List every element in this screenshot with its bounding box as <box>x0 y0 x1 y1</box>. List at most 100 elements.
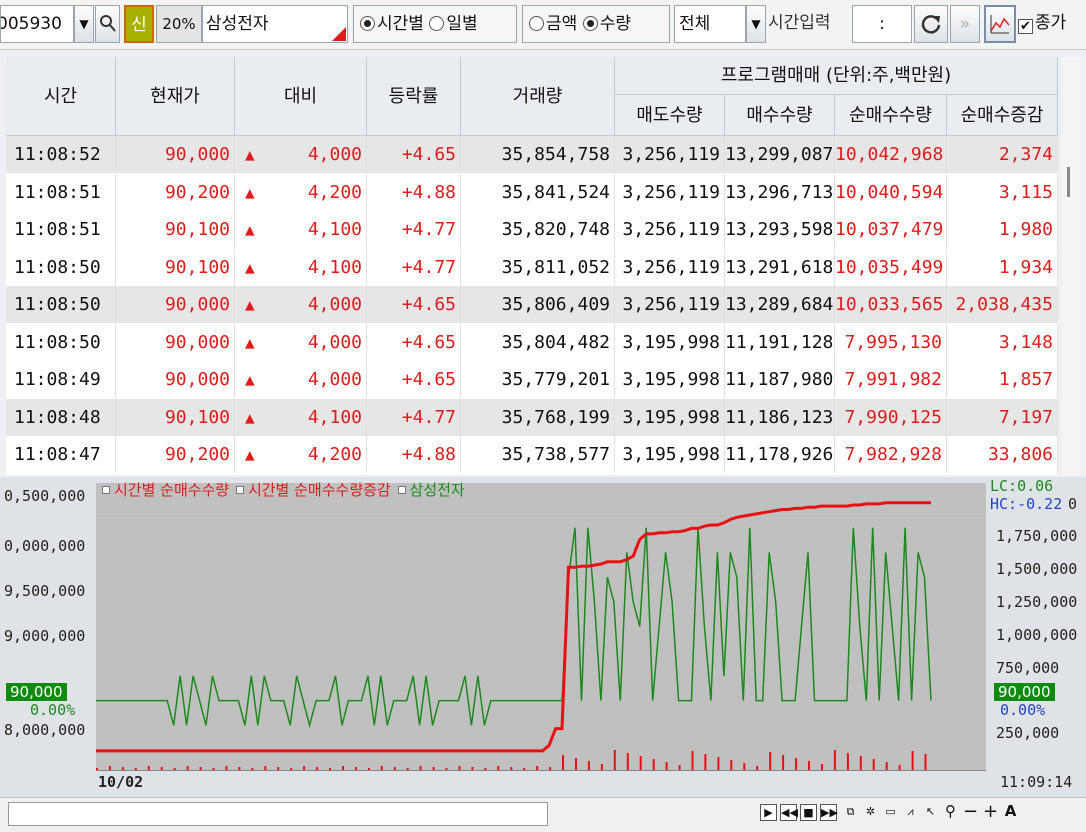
cell-time: 11:08:48 <box>6 398 116 436</box>
radio-time-label: 시간별 <box>377 14 424 34</box>
chart-legend: 시간별 순매수수량 시간별 순매수수량증감 삼성전자 <box>100 479 465 500</box>
right-axis-label: 1,250,000 <box>996 593 1078 611</box>
cell-text: 1,857 <box>998 369 1053 390</box>
cell-price: 90,100 <box>116 248 235 286</box>
header-net-delta[interactable]: 순매수증감 <box>947 95 1058 136</box>
stock-name-field[interactable]: 삼성전자 <box>202 5 348 43</box>
horizontal-scrollbar[interactable] <box>8 802 548 826</box>
radio-day[interactable]: 일별 <box>429 14 478 34</box>
delta-bar <box>652 759 655 770</box>
up-arrow-icon: ▲ <box>245 145 255 164</box>
table-row[interactable]: 11:08:49 90,000 ▲ 4,000 +4.65 35,779,201 3,195… <box>6 361 1058 398</box>
cell-text: 11,186,123 <box>725 406 834 428</box>
close-price-checkbox[interactable]: ✔ 종가 <box>1018 5 1086 43</box>
cell-change: ▲ 4,200 <box>235 436 367 473</box>
cell-text: 4,000 <box>307 144 362 165</box>
chart-mini-icon[interactable]: ⩘ <box>902 804 919 821</box>
cell-text: 90,200 <box>164 444 230 465</box>
cell-rate: +4.77 <box>367 398 461 436</box>
zoom-icon[interactable]: ⚲ <box>942 804 959 821</box>
radio-day-indicator <box>429 16 445 31</box>
stock-code-input[interactable]: 005930 <box>0 5 74 43</box>
scroll-thumb[interactable] <box>1067 167 1070 197</box>
time-input[interactable]: : <box>852 5 912 43</box>
table-row[interactable]: 11:08:50 90,000 ▲ 4,000 +4.65 35,804,482 3,195… <box>6 323 1058 361</box>
chart-toggle-icon[interactable] <box>984 5 1016 43</box>
cell-text: 4,100 <box>307 219 362 240</box>
right-axis-label: 750,000 <box>996 659 1060 677</box>
cell-text: 4,100 <box>307 406 362 428</box>
delta-bar <box>587 761 590 770</box>
cell-price: 90,200 <box>116 436 235 473</box>
zoom-out-icon[interactable]: − <box>962 803 979 821</box>
cell-text: 90,000 <box>164 294 230 315</box>
time-input-label: 시간입력 <box>768 13 831 33</box>
header-change[interactable]: 대비 <box>235 57 367 136</box>
cell-buy: 11,186,123 <box>725 398 835 436</box>
credit-badge[interactable]: 신 <box>124 5 154 43</box>
left-axis-label: 8,000,000 <box>4 721 86 739</box>
cell-net: 10,037,479 <box>835 211 947 248</box>
cell-text: 13,289,684 <box>725 294 834 315</box>
copy-icon[interactable]: ⧉ <box>842 804 859 821</box>
unit-radio-group: 금액 수량 <box>522 5 670 43</box>
delta-bar <box>626 753 629 770</box>
radio-qty[interactable]: 수량 <box>582 14 631 34</box>
left-axis-label: 9,500,000 <box>4 582 86 600</box>
cell-net: 7,995,130 <box>835 323 947 361</box>
cell-price: 90,200 <box>116 173 235 211</box>
cell-text: 3,256,119 <box>622 181 720 203</box>
radio-time[interactable]: 시간별 <box>360 14 424 34</box>
cell-text: 90,000 <box>164 144 230 165</box>
settings-icon[interactable]: ✲ <box>862 804 879 821</box>
table-row[interactable]: 11:08:48 90,100 ▲ 4,100 +4.77 35,768,199 3,195… <box>6 398 1058 436</box>
fast-forward-icon[interactable]: ▶▶ <box>820 804 838 821</box>
radio-amount[interactable]: 금액 <box>529 14 577 34</box>
header-price[interactable]: 현재가 <box>116 57 235 136</box>
chart-panel: 시간별 순매수수량 시간별 순매수수량증감 삼성전자 0,500,000 0,0… <box>0 477 1086 797</box>
play-icon[interactable]: ▶ <box>760 804 777 821</box>
cell-text: +4.65 <box>401 331 456 353</box>
cell-price: 90,000 <box>116 286 235 323</box>
refresh-icon[interactable] <box>914 5 948 43</box>
chart-plot-area[interactable] <box>96 483 986 770</box>
delta-bar <box>575 758 577 770</box>
window-icon[interactable]: ▭ <box>882 804 899 821</box>
cell-text: 35,820,748 <box>501 219 610 240</box>
lc-label: LC:0.06 <box>990 477 1054 495</box>
table-row[interactable]: 11:08:50 90,000 ▲ 4,000 +4.65 35,806,409 3,256… <box>6 286 1058 323</box>
cell-change: ▲ 4,000 <box>235 361 367 398</box>
stop-icon[interactable]: ■ <box>800 804 817 821</box>
next-icon[interactable]: » <box>950 5 980 43</box>
delta-bar <box>562 755 564 770</box>
cell-text: 1,934 <box>998 256 1053 278</box>
header-volume[interactable]: 거래량 <box>461 57 615 136</box>
header-sell-qty[interactable]: 매도수량 <box>615 95 725 136</box>
header-rate[interactable]: 등락률 <box>367 57 461 136</box>
table-row[interactable]: 11:08:52 90,000 ▲ 4,000 +4.65 35,854,758 3,256… <box>6 136 1058 173</box>
filter-dropdown-button[interactable]: ▼ <box>746 5 766 43</box>
search-icon[interactable] <box>95 5 120 43</box>
cell-change: ▲ 4,000 <box>235 323 367 361</box>
up-arrow-icon: ▲ <box>245 182 255 202</box>
cell-text: 4,200 <box>307 181 362 203</box>
code-dropdown-button[interactable]: ▼ <box>74 5 94 43</box>
header-net-qty[interactable]: 순매수수량 <box>835 95 947 136</box>
delta-bar <box>613 750 616 770</box>
font-size-icon[interactable]: A <box>1002 804 1019 821</box>
table-row[interactable]: 11:08:51 90,100 ▲ 4,100 +4.77 35,820,748 3,256… <box>6 211 1058 248</box>
header-buy-qty[interactable]: 매수수량 <box>725 95 835 136</box>
rewind-icon[interactable]: ◀◀ <box>780 804 798 821</box>
table-row[interactable]: 11:08:51 90,200 ▲ 4,200 +4.88 35,841,524 3,256… <box>6 173 1058 211</box>
cursor-icon[interactable]: ↖ <box>922 804 939 821</box>
cell-rate: +4.65 <box>367 323 461 361</box>
table-row[interactable]: 11:08:50 90,100 ▲ 4,100 +4.77 35,811,052 3,256… <box>6 248 1058 286</box>
filter-select[interactable]: 전체 <box>674 5 746 43</box>
header-time[interactable]: 시간 <box>6 57 116 136</box>
cell-text: 7,990,125 <box>844 406 942 428</box>
zoom-in-icon[interactable]: + <box>982 803 999 821</box>
legend-box-delta <box>235 486 244 494</box>
table-row[interactable]: 11:08:47 90,200 ▲ 4,200 +4.88 35,738,577 3,195… <box>6 436 1058 473</box>
grid-scrollbar[interactable] <box>1062 57 1080 475</box>
corner-marker-icon <box>332 27 346 41</box>
